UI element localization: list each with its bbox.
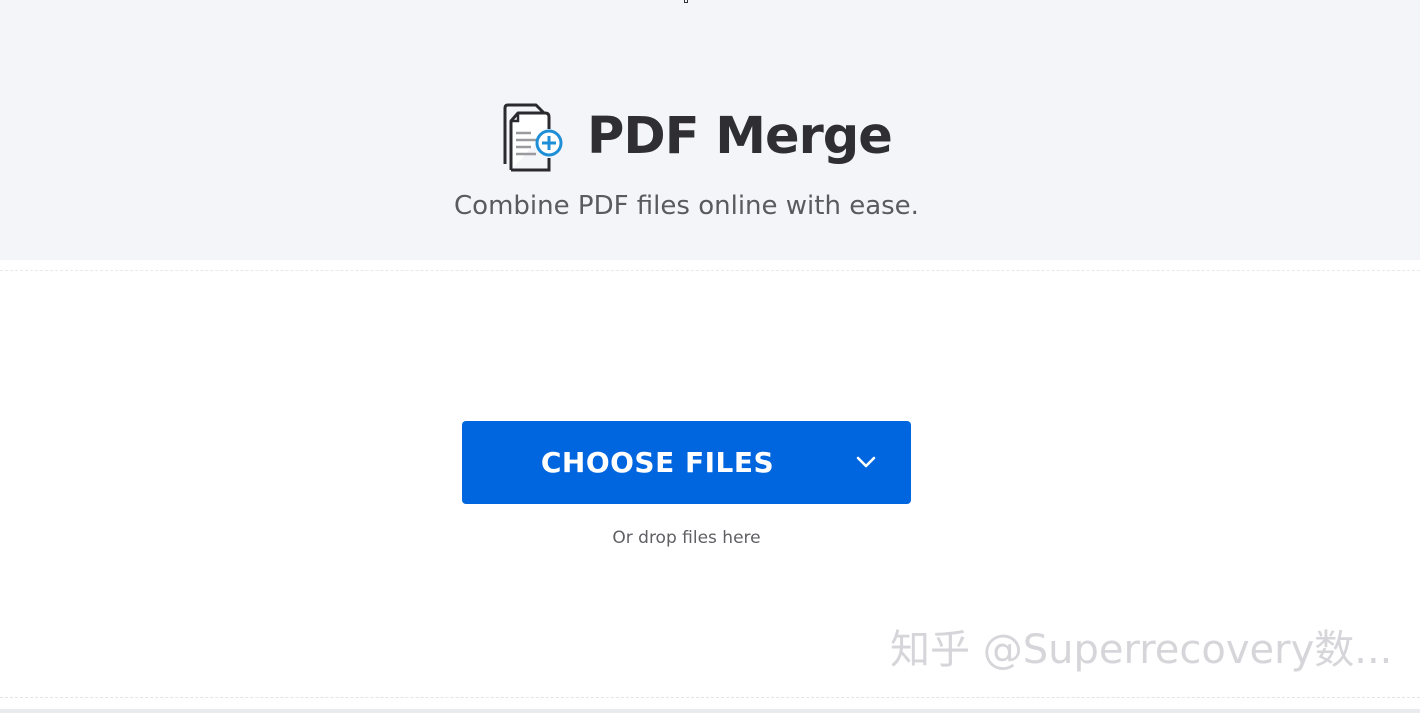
hero-header: PDF Merge Combine PDF files online with …: [0, 0, 1420, 260]
page-title: PDF Merge: [587, 107, 893, 166]
page-subtitle: Combine PDF files online with ease.: [454, 191, 919, 221]
section-divider: [0, 270, 1420, 271]
drop-files-hint: Or drop files here: [612, 528, 761, 548]
merge-documents-icon: [503, 103, 563, 172]
section-divider-bottom: [0, 697, 1420, 698]
page: PDF Merge Combine PDF files online with …: [0, 0, 1420, 713]
choose-files-label[interactable]: CHOOSE FILES: [462, 421, 853, 504]
text-cursor-icon: [684, 0, 688, 3]
choose-files-button[interactable]: CHOOSE FILES: [462, 421, 911, 504]
watermark: 知乎 @Superrecovery数...: [890, 627, 1393, 673]
footer-band: [0, 709, 1420, 713]
title-row: PDF Merge: [497, 102, 893, 172]
chevron-down-icon[interactable]: [855, 454, 877, 470]
